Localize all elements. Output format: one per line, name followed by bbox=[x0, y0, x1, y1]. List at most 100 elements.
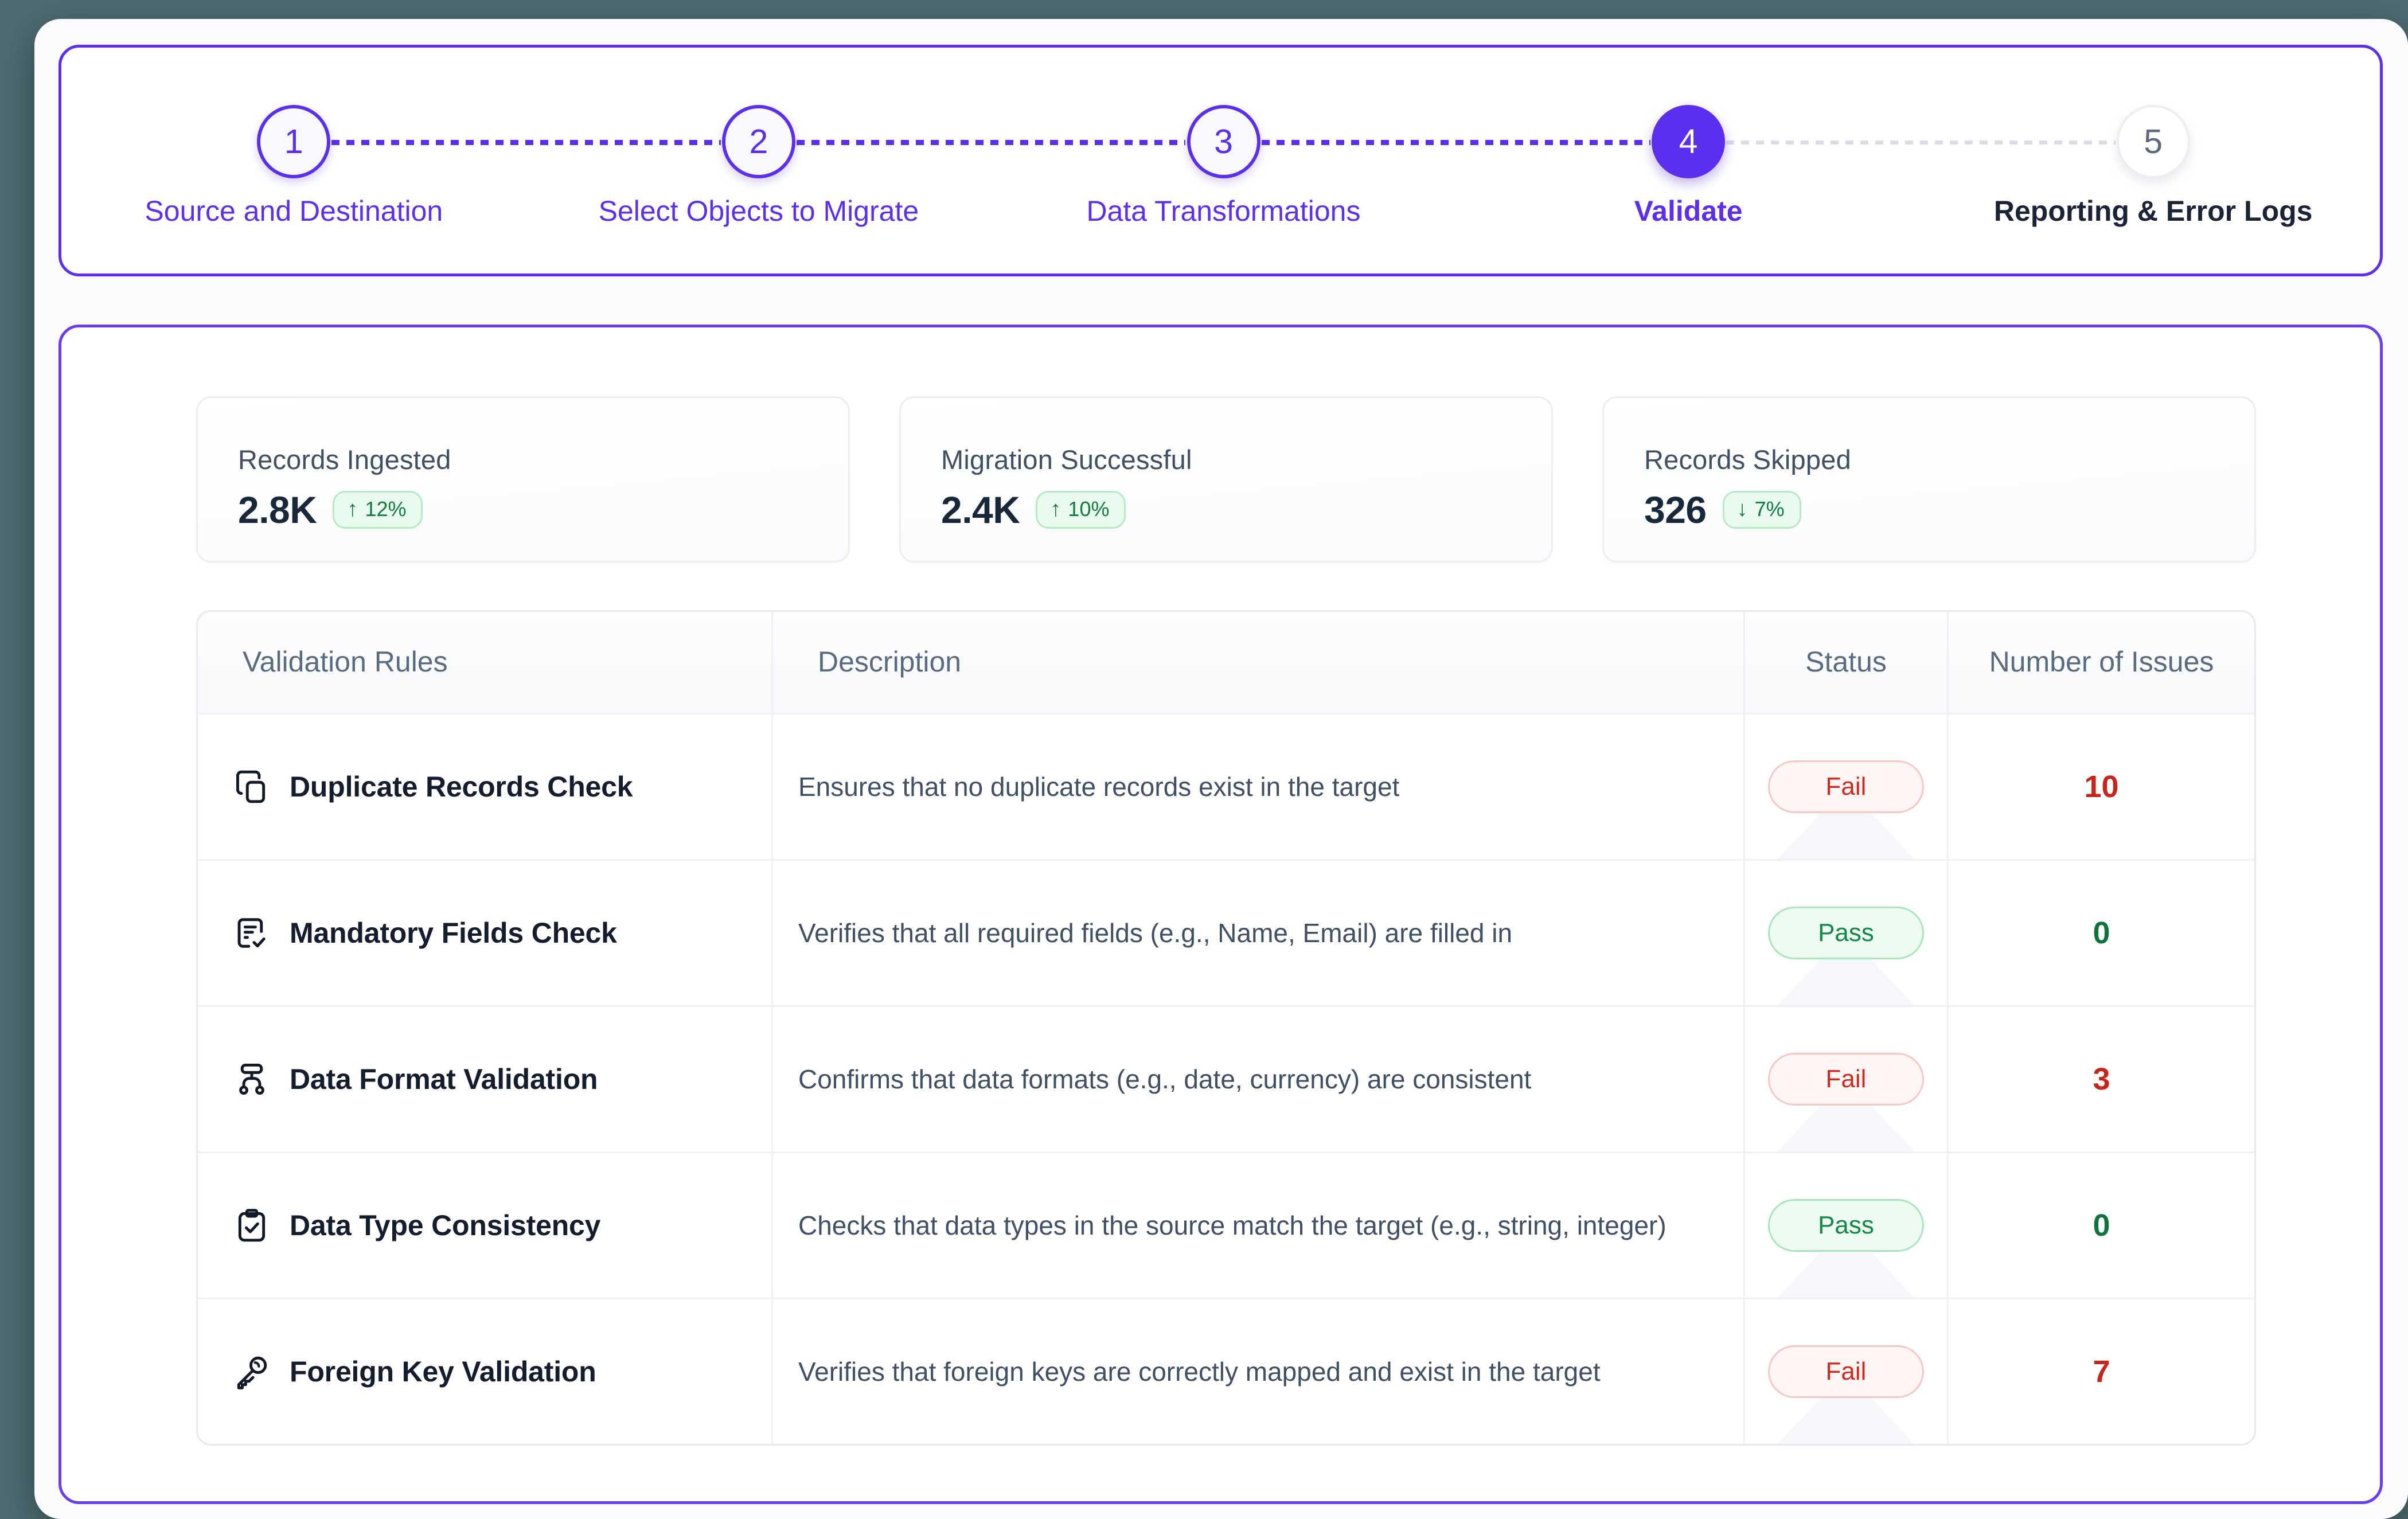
status-badge[interactable]: Pass bbox=[1768, 1199, 1924, 1252]
rule-name: Duplicate Records Check bbox=[290, 771, 633, 803]
header-cell-status: Status bbox=[1745, 612, 1949, 713]
header-cell-number-of-issues: Number of Issues bbox=[1949, 612, 2254, 713]
header-label-status: Status bbox=[1805, 646, 1887, 678]
stat-label: Migration Successful bbox=[941, 444, 1192, 475]
table-row[interactable]: Mandatory Fields Check Verifies that all … bbox=[198, 861, 2254, 1007]
rule-name: Mandatory Fields Check bbox=[290, 917, 617, 949]
description-text: Ensures that no duplicate records exist … bbox=[798, 771, 1400, 802]
stepper-step-4[interactable]: 4 Validate bbox=[1516, 105, 1860, 227]
cell-status: Pass bbox=[1745, 861, 1949, 1005]
clipboard-check-icon bbox=[233, 1207, 270, 1244]
stepper-step-2[interactable]: 2 Select Objects to Migrate bbox=[587, 105, 931, 227]
cell-description: Verifies that all required fields (e.g.,… bbox=[773, 861, 1745, 1005]
table-row[interactable]: Data Type Consistency Checks that data ty… bbox=[198, 1153, 2254, 1299]
header-cell-validation-rules: Validation Rules bbox=[198, 612, 773, 713]
header-label-description: Description bbox=[818, 646, 962, 678]
stat-value-row: 2.8K ↑ 12% bbox=[238, 488, 848, 532]
cell-number-of-issues: 7 bbox=[1949, 1299, 2254, 1444]
status-badge[interactable]: Pass bbox=[1768, 907, 1924, 959]
cell-number-of-issues: 0 bbox=[1949, 1153, 2254, 1298]
key-icon bbox=[233, 1353, 270, 1390]
table-header-row: Validation Rules Description Status Numb… bbox=[198, 612, 2254, 714]
stepper-step-3[interactable]: 3 Data Transformations bbox=[1052, 105, 1396, 227]
header-label-number-of-issues: Number of Issues bbox=[1989, 646, 2214, 678]
validate-panel: Records Ingested 2.8K ↑ 12% Migration Succes… bbox=[58, 325, 2383, 1504]
cell-description: Confirms that data formats (e.g., date, … bbox=[773, 1007, 1745, 1151]
status-cell: Fail bbox=[1745, 714, 1947, 859]
table-body: Duplicate Records Check Ensures that no d… bbox=[198, 714, 2254, 1444]
cell-validation-rule: Data Type Consistency bbox=[198, 1153, 773, 1298]
cell-description: Ensures that no duplicate records exist … bbox=[773, 714, 1745, 859]
cell-status: Fail bbox=[1745, 714, 1949, 859]
hierarchy-icon bbox=[233, 1061, 270, 1098]
stepper-connector-3 bbox=[1261, 140, 1651, 145]
step-circle-5[interactable]: 5 bbox=[2116, 105, 2190, 178]
document-check-icon bbox=[233, 915, 270, 951]
step-circle-2[interactable]: 2 bbox=[721, 105, 795, 178]
stat-delta-badge: ↑ 12% bbox=[333, 491, 423, 529]
issues-count: 3 bbox=[2093, 1062, 2110, 1096]
header-label-validation-rules: Validation Rules bbox=[243, 646, 448, 678]
issues-count: 0 bbox=[2093, 1208, 2110, 1243]
status-cell: Fail bbox=[1745, 1299, 1947, 1444]
status-badge[interactable]: Fail bbox=[1768, 1053, 1924, 1106]
step-label-2[interactable]: Select Objects to Migrate bbox=[587, 196, 931, 227]
cell-status: Fail bbox=[1745, 1007, 1949, 1151]
cell-validation-rule: Data Format Validation bbox=[198, 1007, 773, 1151]
stat-delta-badge: ↓ 7% bbox=[1722, 491, 1801, 529]
status-badge[interactable]: Fail bbox=[1768, 760, 1924, 813]
stat-value: 2.8K bbox=[238, 489, 317, 531]
cell-validation-rule: Mandatory Fields Check bbox=[198, 861, 773, 1005]
table-row[interactable]: Foreign Key Validation Verifies that fore… bbox=[198, 1299, 2254, 1444]
cell-status: Pass bbox=[1745, 1153, 1949, 1298]
cell-status: Fail bbox=[1745, 1299, 1949, 1444]
table-row[interactable]: Duplicate Records Check Ensures that no d… bbox=[198, 714, 2254, 861]
step-circle-4[interactable]: 4 bbox=[1652, 105, 1726, 178]
cell-validation-rule: Foreign Key Validation bbox=[198, 1299, 773, 1444]
step-label-1[interactable]: Source and Destination bbox=[122, 196, 466, 227]
stat-value: 2.4K bbox=[941, 489, 1020, 531]
stat-delta-value: 7% bbox=[1754, 497, 1785, 521]
stat-card-2: Migration Successful 2.4K ↑ 10% bbox=[899, 396, 1553, 563]
stat-card-1: Records Ingested 2.8K ↑ 12% bbox=[196, 396, 850, 563]
arrow-down-icon: ↓ bbox=[1736, 497, 1748, 521]
description-text: Verifies that foreign keys are correctly… bbox=[798, 1356, 1601, 1387]
issues-count: 0 bbox=[2093, 916, 2110, 950]
stepper-track: 1 Source and Destination 2 Select Objects t… bbox=[61, 48, 2380, 274]
stat-value: 326 bbox=[1644, 489, 1707, 531]
table-row[interactable]: Data Format Validation Confirms that data… bbox=[198, 1007, 2254, 1153]
status-cell: Pass bbox=[1745, 861, 1947, 1005]
stepper-connector-1 bbox=[331, 140, 721, 145]
status-cell: Pass bbox=[1745, 1153, 1947, 1298]
rule-cell: Data Format Validation bbox=[198, 1007, 771, 1151]
stat-delta-value: 10% bbox=[1068, 497, 1110, 521]
arrow-up-icon: ↑ bbox=[347, 497, 358, 521]
description-text: Checks that data types in the source mat… bbox=[798, 1210, 1667, 1240]
step-circle-1[interactable]: 1 bbox=[257, 105, 331, 178]
stat-value-row: 326 ↓ 7% bbox=[1644, 488, 2254, 532]
step-label-3[interactable]: Data Transformations bbox=[1052, 196, 1396, 227]
step-circle-3[interactable]: 3 bbox=[1187, 105, 1260, 178]
step-label-5[interactable]: Reporting & Error Logs bbox=[1981, 196, 2325, 227]
header-cell-description: Description bbox=[773, 612, 1745, 713]
stat-value-row: 2.4K ↑ 10% bbox=[941, 488, 1551, 532]
stat-card-3: Records Skipped 326 ↓ 7% bbox=[1602, 396, 2256, 563]
stepper-step-5[interactable]: 5 Reporting & Error Logs bbox=[1981, 105, 2325, 227]
description-text: Verifies that all required fields (e.g.,… bbox=[798, 917, 1513, 948]
cell-description: Verifies that foreign keys are correctly… bbox=[773, 1299, 1745, 1444]
stepper-connector-4 bbox=[1726, 140, 2116, 145]
step-label-4[interactable]: Validate bbox=[1516, 196, 1860, 227]
rule-name: Data Format Validation bbox=[290, 1063, 598, 1095]
rule-cell: Data Type Consistency bbox=[198, 1153, 771, 1298]
cell-description: Checks that data types in the source mat… bbox=[773, 1153, 1745, 1298]
issues-count: 7 bbox=[2093, 1354, 2110, 1389]
validation-rules-table: Validation Rules Description Status Numb… bbox=[196, 610, 2256, 1446]
stepper-step-1[interactable]: 1 Source and Destination bbox=[122, 105, 466, 227]
stat-delta-badge: ↑ 10% bbox=[1036, 491, 1126, 529]
migration-stepper: 1 Source and Destination 2 Select Objects t… bbox=[58, 45, 2383, 276]
cell-number-of-issues: 0 bbox=[1949, 861, 2254, 1005]
status-badge[interactable]: Fail bbox=[1768, 1345, 1924, 1398]
copy-icon bbox=[233, 768, 270, 805]
stat-label: Records Ingested bbox=[238, 444, 451, 475]
rule-name: Foreign Key Validation bbox=[290, 1356, 596, 1388]
